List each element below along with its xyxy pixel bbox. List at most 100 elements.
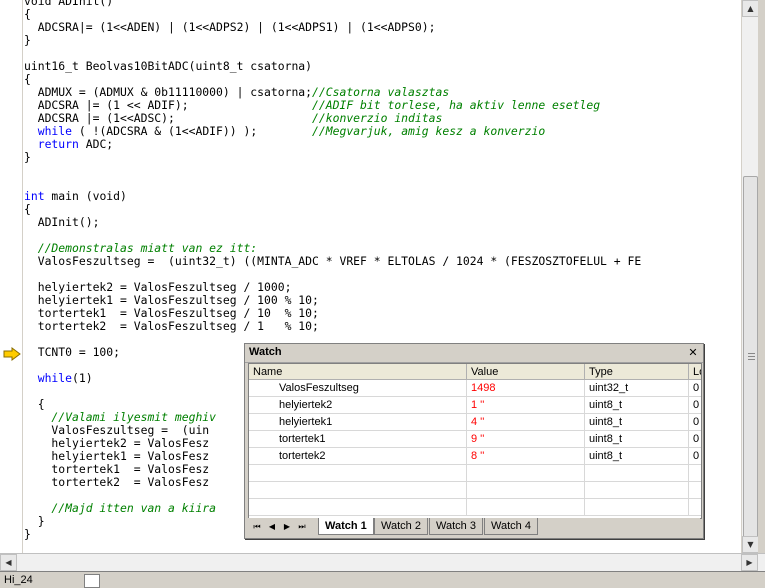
document-icon xyxy=(84,574,100,588)
watch-grid[interactable]: Name Value Type Lo ValosFeszultseg1498ui… xyxy=(248,363,702,519)
watch-empty-cell xyxy=(689,499,702,516)
watch-location-cell: 0 xyxy=(689,397,702,414)
watch-type-cell: uint32_t xyxy=(585,380,689,397)
watch-location-cell: 0 xyxy=(689,414,702,431)
watch-location-cell: 0 xyxy=(689,431,702,448)
code-line: } xyxy=(24,34,641,47)
watch-empty-cell xyxy=(467,499,585,516)
watch-row[interactable]: tortertek2 8 '' uint8_t 0 xyxy=(249,448,701,465)
scroll-right-button[interactable]: ▶ xyxy=(741,554,758,571)
watch-empty-cell xyxy=(689,465,702,482)
watch-empty-cell xyxy=(585,482,689,499)
code-keyword: while xyxy=(38,124,72,138)
code-line: int main (void) xyxy=(24,190,641,203)
watch-empty-row[interactable] xyxy=(249,465,701,482)
watch-type-cell: uint8_t xyxy=(585,448,689,465)
code-comment: //ADIF bit torlese, ha aktiv lenne esetl… xyxy=(312,98,600,112)
code-token: tortertek1 = ValosFesz xyxy=(24,462,209,476)
code-line: ADCSRA|= (1<<ADEN) | (1<<ADPS2) | (1<<AD… xyxy=(24,21,641,34)
column-header-value[interactable]: Value xyxy=(467,364,585,380)
watch-tab-3[interactable]: Watch 3 xyxy=(429,518,483,535)
scroll-thumb[interactable] xyxy=(743,176,758,539)
code-token: ADMUX = (ADMUX & 0b11110000) | csatorna; xyxy=(24,85,312,99)
watch-tab-2[interactable]: Watch 2 xyxy=(374,518,428,535)
code-comment: //Majd itten van a kiira xyxy=(24,501,216,515)
code-token: tortertek2 = ValosFeszultseg / 1 % 10; xyxy=(24,319,319,333)
code-token: { xyxy=(24,202,31,216)
code-token: (1) xyxy=(72,371,93,385)
code-token: ( !(ADCSRA & (1<<ADIF)) ); xyxy=(72,124,312,138)
code-line: uint16_t Beolvas10BitADC(uint8_t csatorn… xyxy=(24,60,641,73)
code-token xyxy=(24,137,38,151)
watch-value-cell: 9 '' xyxy=(467,431,585,448)
watch-titlebar[interactable]: Watch ✕ xyxy=(245,344,703,363)
watch-name-cell: tortertek1 xyxy=(249,431,467,448)
code-line: return ADC; xyxy=(24,138,641,151)
code-keyword: while xyxy=(38,371,72,385)
code-token: ADInit(); xyxy=(24,215,99,229)
code-line: { xyxy=(24,203,641,216)
watch-empty-cell xyxy=(467,465,585,482)
next-tab-icon[interactable]: ▶ xyxy=(282,521,292,533)
last-tab-icon[interactable]: ⏭ xyxy=(297,521,307,533)
first-tab-icon[interactable]: ⏮ xyxy=(252,521,262,533)
watch-title: Watch xyxy=(249,346,282,358)
code-comment: //Megvarjuk, amig kesz a konverzio xyxy=(312,124,545,138)
code-token: void ADInit() xyxy=(24,0,113,8)
watch-row[interactable]: ValosFeszultseg 1498 uint32_t 0 xyxy=(249,380,701,397)
code-token: { xyxy=(24,7,31,21)
code-token: } xyxy=(24,527,31,541)
code-comment: //Demonstralas miatt van ez itt: xyxy=(24,241,257,255)
current-line-arrow-icon xyxy=(3,347,21,361)
watch-tab-bar: ⏮ ◀ ▶ ⏭ Watch 1 Watch 2 Watch 3 Watch 4 xyxy=(248,518,700,536)
column-header-type[interactable]: Type xyxy=(585,364,689,380)
code-token: } xyxy=(24,150,31,164)
editor-gutter[interactable] xyxy=(0,0,23,553)
watch-type-cell: uint8_t xyxy=(585,397,689,414)
code-token: } xyxy=(24,514,45,528)
watch-name-cell: helyiertek1 xyxy=(249,414,467,431)
code-token xyxy=(24,371,38,385)
watch-name-cell: tortertek2 xyxy=(249,448,467,465)
column-header-location[interactable]: Lo xyxy=(689,364,702,380)
code-token: tortertek1 = ValosFeszultseg / 10 % 10; xyxy=(24,306,319,320)
scroll-up-button[interactable]: ▲ xyxy=(742,0,759,17)
close-icon[interactable]: ✕ xyxy=(686,346,700,360)
code-comment: //Csatorna valasztas xyxy=(312,85,449,99)
code-line: ValosFeszultseg = (uint32_t) ((MINTA_ADC… xyxy=(24,255,641,268)
watch-name-cell: helyiertek2 xyxy=(249,397,467,414)
prev-tab-icon[interactable]: ◀ xyxy=(267,521,277,533)
watch-tab-4[interactable]: Watch 4 xyxy=(484,518,538,535)
code-token: { xyxy=(24,72,31,86)
scroll-down-button[interactable]: ▼ xyxy=(742,536,759,553)
code-line: } xyxy=(24,151,641,164)
watch-empty-row[interactable] xyxy=(249,499,701,516)
watch-empty-row[interactable] xyxy=(249,482,701,499)
watch-tab-1[interactable]: Watch 1 xyxy=(318,518,374,535)
watch-row[interactable]: tortertek1 9 '' uint8_t 0 xyxy=(249,431,701,448)
watch-value-cell: 1 '' xyxy=(467,397,585,414)
watch-empty-cell xyxy=(689,482,702,499)
code-token: ADCSRA |= (1 << ADIF); xyxy=(24,98,312,112)
code-token: helyiertek1 = ValosFeszultseg / 100 % 10… xyxy=(24,293,319,307)
watch-row[interactable]: helyiertek2 1 '' uint8_t 0 xyxy=(249,397,701,414)
code-line: tortertek2 = ValosFeszultseg / 1 % 10; xyxy=(24,320,641,333)
file-tab[interactable]: Hi_24 xyxy=(4,573,74,588)
scroll-left-button[interactable]: ◀ xyxy=(0,554,17,571)
code-line: while ( !(ADCSRA & (1<<ADIF)) ); //Megva… xyxy=(24,125,641,138)
code-token: ADCSRA|= (1<<ADEN) | (1<<ADPS2) | (1<<AD… xyxy=(24,20,435,34)
watch-name-cell: ValosFeszultseg xyxy=(249,380,467,397)
watch-value-cell: 4 '' xyxy=(467,414,585,431)
code-token: { xyxy=(24,397,45,411)
column-header-name[interactable]: Name xyxy=(249,364,467,380)
watch-row[interactable]: helyiertek1 4 '' uint8_t 0 xyxy=(249,414,701,431)
code-token: helyiertek1 = ValosFesz xyxy=(24,449,209,463)
watch-empty-cell xyxy=(249,482,467,499)
vertical-scrollbar[interactable]: ▲ ▼ xyxy=(741,0,759,553)
watch-value-cell: 8 '' xyxy=(467,448,585,465)
code-token xyxy=(24,124,38,138)
watch-value-cell: 1498 xyxy=(467,380,585,397)
horizontal-scrollbar[interactable]: ◀ ▶ xyxy=(0,553,765,572)
code-token: ValosFeszultseg = (uin xyxy=(24,423,209,437)
watch-type-cell: uint8_t xyxy=(585,431,689,448)
